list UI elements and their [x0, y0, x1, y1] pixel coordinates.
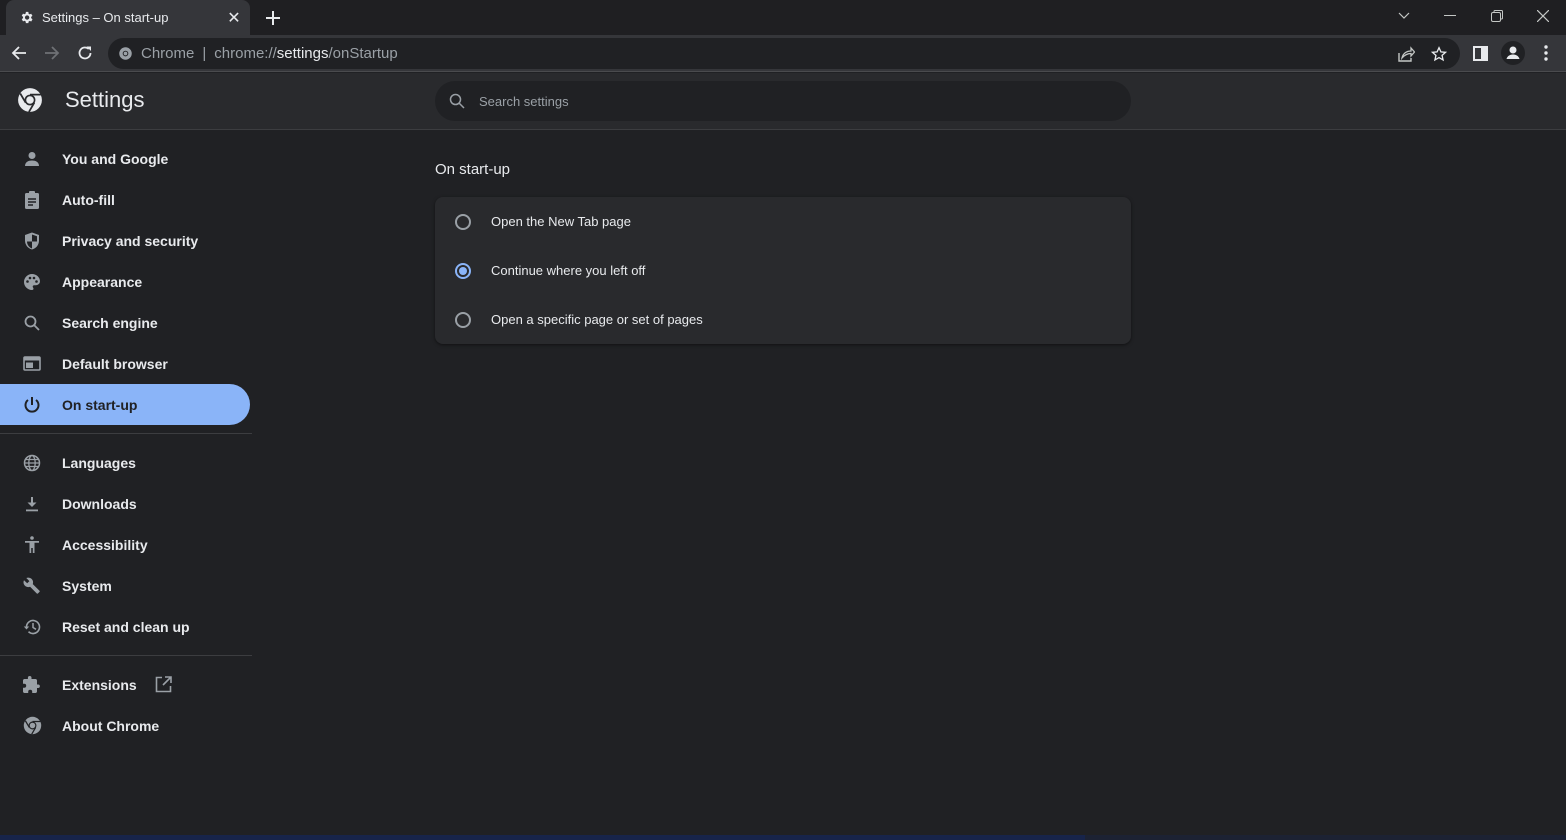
settings-header: Settings — [0, 73, 1566, 130]
sidebar-item-search-engine[interactable]: Search engine — [0, 302, 250, 343]
sidebar-item-about-chrome[interactable]: About Chrome — [0, 705, 250, 746]
sidebar-item-languages[interactable]: Languages — [0, 442, 250, 483]
title-bar: Settings – On start-up ✕ — [0, 0, 1566, 35]
reload-icon[interactable] — [71, 39, 99, 67]
power-icon — [22, 395, 42, 415]
radio-button-checked[interactable] — [455, 262, 471, 279]
wrench-icon — [22, 576, 42, 596]
taskbar-highlight — [0, 835, 1085, 840]
radio-label: Open a specific page or set of pages — [491, 312, 703, 327]
profile-icon[interactable] — [1499, 39, 1527, 67]
radio-option-new-tab[interactable]: Open the New Tab page — [435, 197, 1131, 246]
radio-label: Open the New Tab page — [491, 214, 631, 229]
search-icon — [22, 313, 42, 333]
sidebar-item-label: On start-up — [62, 396, 138, 413]
omnibox-separator: | — [202, 45, 207, 62]
radio-button[interactable] — [455, 311, 471, 328]
shield-icon — [22, 231, 42, 251]
sidebar-item-reset-and-clean-up[interactable]: Reset and clean up — [0, 606, 250, 647]
sidebar-item-label: Downloads — [62, 495, 137, 512]
chrome-logo-icon — [17, 87, 43, 113]
url-text: chrome://settings/onStartup — [214, 45, 397, 62]
browser-toolbar: Chrome | chrome://settings/onStartup — [0, 35, 1566, 72]
radio-option-continue[interactable]: Continue where you left off — [435, 246, 1131, 295]
sidebar-item-auto-fill[interactable]: Auto-fill — [0, 179, 250, 220]
puzzle-icon — [22, 675, 42, 695]
sidebar-item-privacy-and-security[interactable]: Privacy and security — [0, 220, 250, 261]
sidebar-divider — [0, 433, 252, 434]
sidebar-item-label: About Chrome — [62, 717, 160, 734]
sidebar-item-label: Extensions — [62, 676, 137, 693]
sidebar-item-accessibility[interactable]: Accessibility — [0, 524, 250, 565]
gear-icon — [18, 10, 34, 26]
tab-title: Settings – On start-up — [42, 10, 169, 25]
sidebar-item-on-start-up[interactable]: On start-up — [0, 384, 250, 425]
chrome-logo-icon — [118, 46, 133, 61]
bookmark-star-icon[interactable] — [1426, 41, 1452, 67]
search-icon — [449, 93, 465, 109]
sidebar-item-label: You and Google — [62, 150, 169, 167]
back-arrow-icon[interactable] — [5, 39, 33, 67]
sidebar-item-appearance[interactable]: Appearance — [0, 261, 250, 302]
url-prefix: chrome:// — [214, 45, 277, 62]
download-icon — [22, 494, 42, 514]
url-host: settings — [276, 45, 329, 62]
sidebar-item-label: Accessibility — [62, 536, 148, 553]
sidebar-divider — [0, 655, 252, 656]
clipboard-icon — [22, 190, 42, 210]
sidebar-item-label: Auto-fill — [62, 191, 115, 208]
close-window-icon[interactable] — [1520, 0, 1566, 32]
open-in-new-icon — [155, 676, 172, 693]
person-icon — [22, 149, 42, 169]
sidebar-item-default-browser[interactable]: Default browser — [0, 343, 250, 384]
restore-icon[interactable] — [1474, 0, 1520, 32]
sidebar-item-system[interactable]: System — [0, 565, 250, 606]
sidebar-item-label: Appearance — [62, 273, 143, 290]
page-title: Settings — [65, 87, 145, 112]
search-input[interactable] — [479, 93, 1079, 109]
sidebar-item-label: Default browser — [62, 355, 168, 372]
radio-button[interactable] — [455, 213, 471, 230]
site-chip: Chrome — [141, 45, 195, 62]
sidebar-item-extensions[interactable]: Extensions — [0, 664, 250, 705]
settings-sidebar: You and Google Auto-fill Privacy and sec… — [0, 138, 252, 746]
sidebar-item-you-and-google[interactable]: You and Google — [0, 138, 250, 179]
side-panel-icon[interactable] — [1466, 39, 1494, 67]
sidebar-item-downloads[interactable]: Downloads — [0, 483, 250, 524]
share-icon[interactable] — [1393, 41, 1419, 67]
browser-tab[interactable]: Settings – On start-up ✕ — [6, 0, 250, 35]
sidebar-item-label: System — [62, 577, 112, 594]
accessibility-icon — [22, 535, 42, 555]
close-icon[interactable]: ✕ — [224, 8, 244, 28]
sidebar-item-label: Reset and clean up — [62, 618, 190, 635]
palette-icon — [22, 272, 42, 292]
sidebar-item-label: Languages — [62, 454, 136, 471]
taskbar-edge — [0, 835, 1566, 840]
menu-icon[interactable] — [1532, 39, 1560, 67]
radio-option-specific-pages[interactable]: Open a specific page or set of pages — [435, 295, 1131, 344]
history-icon — [22, 617, 42, 637]
browser-window-icon — [22, 354, 42, 374]
forward-arrow-icon[interactable] — [38, 39, 66, 67]
startup-options-card: Open the New Tab page Continue where you… — [435, 197, 1131, 344]
tab-search-icon[interactable] — [1381, 0, 1427, 32]
plus-icon[interactable] — [262, 7, 284, 29]
chrome-logo-icon — [22, 716, 42, 736]
address-bar[interactable]: Chrome | chrome://settings/onStartup — [108, 38, 1460, 69]
radio-label: Continue where you left off — [491, 263, 646, 278]
globe-icon — [22, 453, 42, 473]
minimize-icon[interactable] — [1427, 0, 1473, 32]
url-path: /onStartup — [328, 45, 398, 62]
section-title: On start-up — [435, 161, 511, 178]
sidebar-item-label: Search engine — [62, 314, 158, 331]
search-bar[interactable] — [435, 81, 1131, 121]
sidebar-item-label: Privacy and security — [62, 232, 199, 249]
